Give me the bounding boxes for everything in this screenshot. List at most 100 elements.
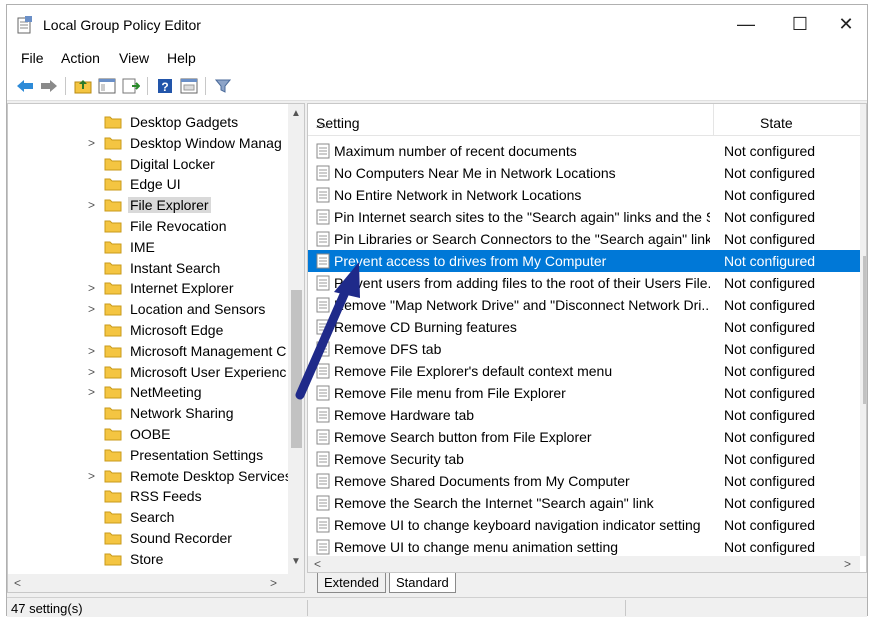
chevron-right-icon[interactable]: > [88, 136, 100, 150]
setting-row[interactable]: No Computers Near Me in Network Location… [308, 162, 860, 184]
filter-button[interactable] [213, 76, 233, 96]
tree-item[interactable]: Edge UI [8, 174, 288, 195]
tab-extended[interactable]: Extended [317, 573, 386, 593]
tree-item[interactable]: > Location and Sensors [8, 299, 288, 320]
setting-row[interactable]: Remove Search button from File Explorer N… [308, 426, 860, 448]
menu-view[interactable]: View [119, 50, 149, 66]
tree-item[interactable]: Sound Recorder [8, 528, 288, 549]
setting-row[interactable]: Pin Libraries or Search Connectors to th… [308, 228, 860, 250]
menu-action[interactable]: Action [61, 50, 100, 66]
setting-row[interactable]: Remove UI to change keyboard navigation … [308, 514, 860, 536]
tree-vertical-scrollbar[interactable]: ▲ ▼ [288, 104, 304, 574]
minimize-icon: — [737, 13, 755, 34]
tree-horizontal-scrollbar[interactable]: < > [8, 574, 304, 592]
setting-row[interactable]: Remove Hardware tab Not configured [308, 404, 860, 426]
setting-row[interactable]: Remove Shared Documents from My Computer… [308, 470, 860, 492]
list-scroll-thumb[interactable] [863, 256, 866, 404]
tree-item-label: Store [130, 550, 164, 567]
maximize-button[interactable]: ☐ [777, 5, 823, 43]
chevron-right-icon[interactable]: > [88, 385, 100, 399]
title-bar: Local Group Policy Editor — ☐ ✕ [7, 5, 867, 43]
setting-row[interactable]: Pin Internet search sites to the "Search… [308, 206, 860, 228]
menu-file[interactable]: File [21, 50, 44, 66]
minimize-button[interactable]: — [723, 5, 769, 43]
tree-item[interactable]: > File Explorer [8, 195, 288, 216]
scroll-left-icon[interactable]: < [14, 576, 21, 590]
close-button[interactable]: ✕ [823, 5, 869, 43]
setting-name: Remove Hardware tab [334, 407, 475, 423]
setting-name: Prevent access to drives from My Compute… [334, 253, 607, 269]
scroll-right-icon[interactable]: > [844, 557, 851, 571]
setting-row[interactable]: Prevent users from adding files to the r… [308, 272, 860, 294]
forward-button[interactable] [39, 76, 59, 96]
setting-row[interactable]: Remove File Explorer's default context m… [308, 360, 860, 382]
folder-icon [104, 428, 122, 441]
setting-state: Not configured [724, 451, 816, 467]
tree-scroll-thumb[interactable] [291, 290, 302, 448]
scroll-down-icon[interactable]: ▼ [864, 536, 866, 547]
scroll-down-icon[interactable]: ▼ [291, 556, 301, 567]
tree-item[interactable]: Presentation Settings [8, 445, 288, 466]
setting-name: Remove Shared Documents from My Computer [334, 473, 630, 489]
tree-item[interactable]: Search [8, 507, 288, 528]
tree-item[interactable]: > Desktop Window Manag [8, 133, 288, 154]
setting-row[interactable]: Remove the Search the Internet "Search a… [308, 492, 860, 514]
tree-item[interactable]: OOBE [8, 424, 288, 445]
tree-item[interactable]: > Remote Desktop Services [8, 466, 288, 487]
export-list-button[interactable] [121, 76, 141, 96]
column-header-state[interactable]: State [714, 104, 860, 136]
setting-row[interactable]: Remove Security tab Not configured [308, 448, 860, 470]
setting-row[interactable]: Remove UI to change menu animation setti… [308, 536, 860, 558]
show-hide-tree-button[interactable] [97, 76, 117, 96]
back-button[interactable] [15, 76, 35, 96]
scroll-left-icon[interactable]: < [314, 557, 321, 571]
tree-item[interactable]: File Revocation [8, 216, 288, 237]
up-button[interactable] [73, 76, 93, 96]
list-horizontal-scrollbar[interactable]: < > [308, 556, 860, 572]
chevron-right-icon[interactable]: > [88, 302, 100, 316]
policy-setting-icon [316, 275, 330, 291]
tab-standard[interactable]: Standard [389, 573, 456, 593]
scroll-up-icon[interactable]: ▲ [864, 110, 866, 121]
tree-item[interactable]: Microsoft Edge [8, 320, 288, 341]
tree-item[interactable]: > Microsoft Management C [8, 341, 288, 362]
setting-row[interactable]: Remove DFS tab Not configured [308, 338, 860, 360]
folder-icon [104, 178, 122, 191]
list-vertical-scrollbar[interactable]: ▲ ▼ [860, 104, 866, 556]
tree-item[interactable]: > Internet Explorer [8, 278, 288, 299]
setting-row[interactable]: Remove File menu from File Explorer Not c… [308, 382, 860, 404]
tree-item[interactable]: Desktop Gadgets [8, 112, 288, 133]
help-button[interactable]: ? [155, 76, 175, 96]
tree-item[interactable]: IME [8, 237, 288, 258]
properties-icon [180, 78, 198, 94]
setting-state: Not configured [724, 231, 816, 247]
folder-icon [104, 303, 122, 316]
scroll-right-icon[interactable]: > [270, 576, 277, 590]
tree-item[interactable]: Network Sharing [8, 403, 288, 424]
policy-setting-icon [316, 143, 330, 159]
setting-row[interactable]: Remove CD Burning features Not configured [308, 316, 860, 338]
tree-item[interactable]: Store [8, 549, 288, 570]
tree-item[interactable]: > NetMeeting [8, 382, 288, 403]
properties-button[interactable] [179, 76, 199, 96]
policy-setting-icon [316, 385, 330, 401]
setting-row[interactable]: Remove "Map Network Drive" and "Disconne… [308, 294, 860, 316]
column-header-setting[interactable]: ︿ Setting [308, 104, 714, 136]
maximize-icon: ☐ [791, 13, 809, 34]
setting-row[interactable]: Prevent access to drives from My Compute… [308, 250, 860, 272]
setting-row[interactable]: No Entire Network in Network Locations No… [308, 184, 860, 206]
tree-item[interactable]: > Microsoft User Experienc [8, 362, 288, 383]
scroll-up-icon[interactable]: ▲ [291, 108, 301, 119]
chevron-right-icon[interactable]: > [88, 198, 100, 212]
chevron-right-icon[interactable]: > [88, 365, 100, 379]
tree-item-label: File Explorer [128, 197, 211, 214]
tree-item[interactable]: RSS Feeds [8, 486, 288, 507]
setting-row[interactable]: Maximum number of recent documents Not co… [308, 140, 860, 162]
tree-item[interactable]: Instant Search [8, 258, 288, 279]
tree-item[interactable]: Digital Locker [8, 154, 288, 175]
chevron-right-icon[interactable]: > [88, 344, 100, 358]
chevron-right-icon[interactable]: > [88, 469, 100, 483]
chevron-right-icon[interactable]: > [88, 281, 100, 295]
menu-help[interactable]: Help [167, 50, 196, 66]
close-icon: ✕ [838, 13, 854, 34]
